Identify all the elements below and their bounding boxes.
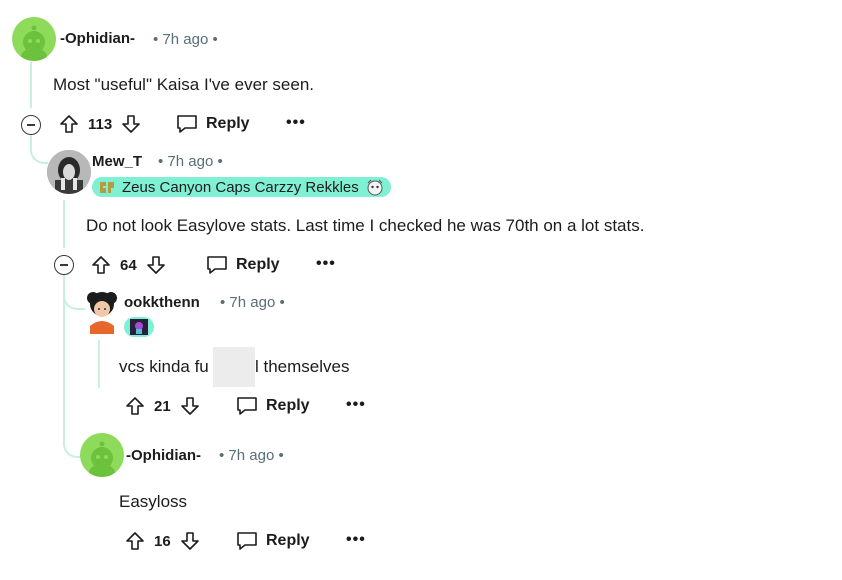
thread-line-2 (63, 200, 65, 248)
more-options-button[interactable]: ••• (346, 531, 366, 549)
upvote-icon[interactable] (90, 254, 112, 276)
comment-timestamp: • 7h ago • (153, 31, 218, 48)
collapse-thread-button[interactable] (21, 115, 41, 135)
vote-group: 16 (124, 530, 201, 552)
reply-label: Reply (266, 397, 310, 414)
avatar[interactable] (12, 17, 56, 61)
comment-body: Most "useful" Kaisa I've ever seen. (53, 75, 314, 94)
flair-text: Zeus Canyon Caps Carzzy Rekkles (122, 178, 359, 196)
comment-author[interactable]: ookkthenn (124, 294, 200, 311)
upvote-icon[interactable] (124, 395, 146, 417)
more-options-button[interactable]: ••• (316, 255, 336, 273)
comment-body-end: l themselves (255, 357, 350, 376)
more-options-button[interactable]: ••• (346, 396, 366, 414)
vote-group: 64 (90, 254, 167, 276)
avatar[interactable] (80, 433, 124, 477)
censor-block (213, 347, 255, 387)
comment-bubble-icon (237, 397, 257, 415)
reply-label: Reply (206, 115, 250, 132)
profile-photo-icon (47, 150, 91, 194)
avatar[interactable] (47, 150, 91, 194)
upvote-icon[interactable] (58, 113, 80, 135)
comment-bubble-icon (207, 256, 227, 274)
comment-timestamp: • 7h ago • (220, 294, 285, 311)
collapse-thread-button[interactable] (54, 255, 74, 275)
comment-body-start: vcs kinda fu (119, 357, 209, 376)
reply-button[interactable]: Reply (236, 396, 310, 416)
reply-button[interactable]: Reply (236, 531, 310, 551)
comment-bubble-icon (177, 115, 197, 133)
snoo-icon (89, 441, 115, 477)
avatar[interactable] (82, 290, 122, 334)
comment-author[interactable]: Mew_T (92, 153, 142, 170)
vote-count: 64 (120, 256, 137, 274)
champion-icon (130, 319, 148, 335)
user-flair: Zeus Canyon Caps Carzzy Rekkles (92, 177, 391, 197)
comment-timestamp: • 7h ago • (158, 153, 223, 170)
team-logo-icon (100, 182, 114, 193)
comment-bubble-icon (237, 532, 257, 550)
comment-body: Easyloss (119, 492, 188, 511)
comment-author[interactable]: -Ophidian- (126, 447, 201, 464)
vote-group: 21 (124, 395, 201, 417)
reply-label: Reply (266, 532, 310, 549)
vote-group: 113 (58, 113, 142, 135)
thread-line-1 (30, 62, 32, 108)
reply-button[interactable]: Reply (176, 114, 250, 134)
vote-count: 113 (88, 115, 113, 133)
downvote-icon[interactable] (179, 530, 201, 552)
emote-icon (367, 179, 383, 196)
thread-line-3 (98, 340, 100, 388)
upvote-icon[interactable] (124, 530, 146, 552)
reply-label: Reply (236, 256, 280, 273)
comment-timestamp: • 7h ago • (219, 447, 284, 464)
snoo-icon (21, 25, 47, 61)
vote-count: 16 (154, 532, 171, 550)
more-options-button[interactable]: ••• (286, 114, 306, 132)
user-flair (124, 317, 154, 337)
downvote-icon[interactable] (179, 395, 201, 417)
comment-body: vcs kinda fu (119, 357, 209, 377)
reply-button[interactable]: Reply (206, 255, 280, 275)
downvote-icon[interactable] (120, 113, 142, 135)
thread-elbow-mew (30, 146, 48, 164)
downvote-icon[interactable] (145, 254, 167, 276)
comment-body: Do not look Easylove stats. Last time I … (86, 216, 645, 235)
vote-count: 21 (154, 397, 171, 415)
comment-author[interactable]: -Ophidian- (60, 30, 135, 47)
snoo-avatar-icon (87, 292, 117, 334)
